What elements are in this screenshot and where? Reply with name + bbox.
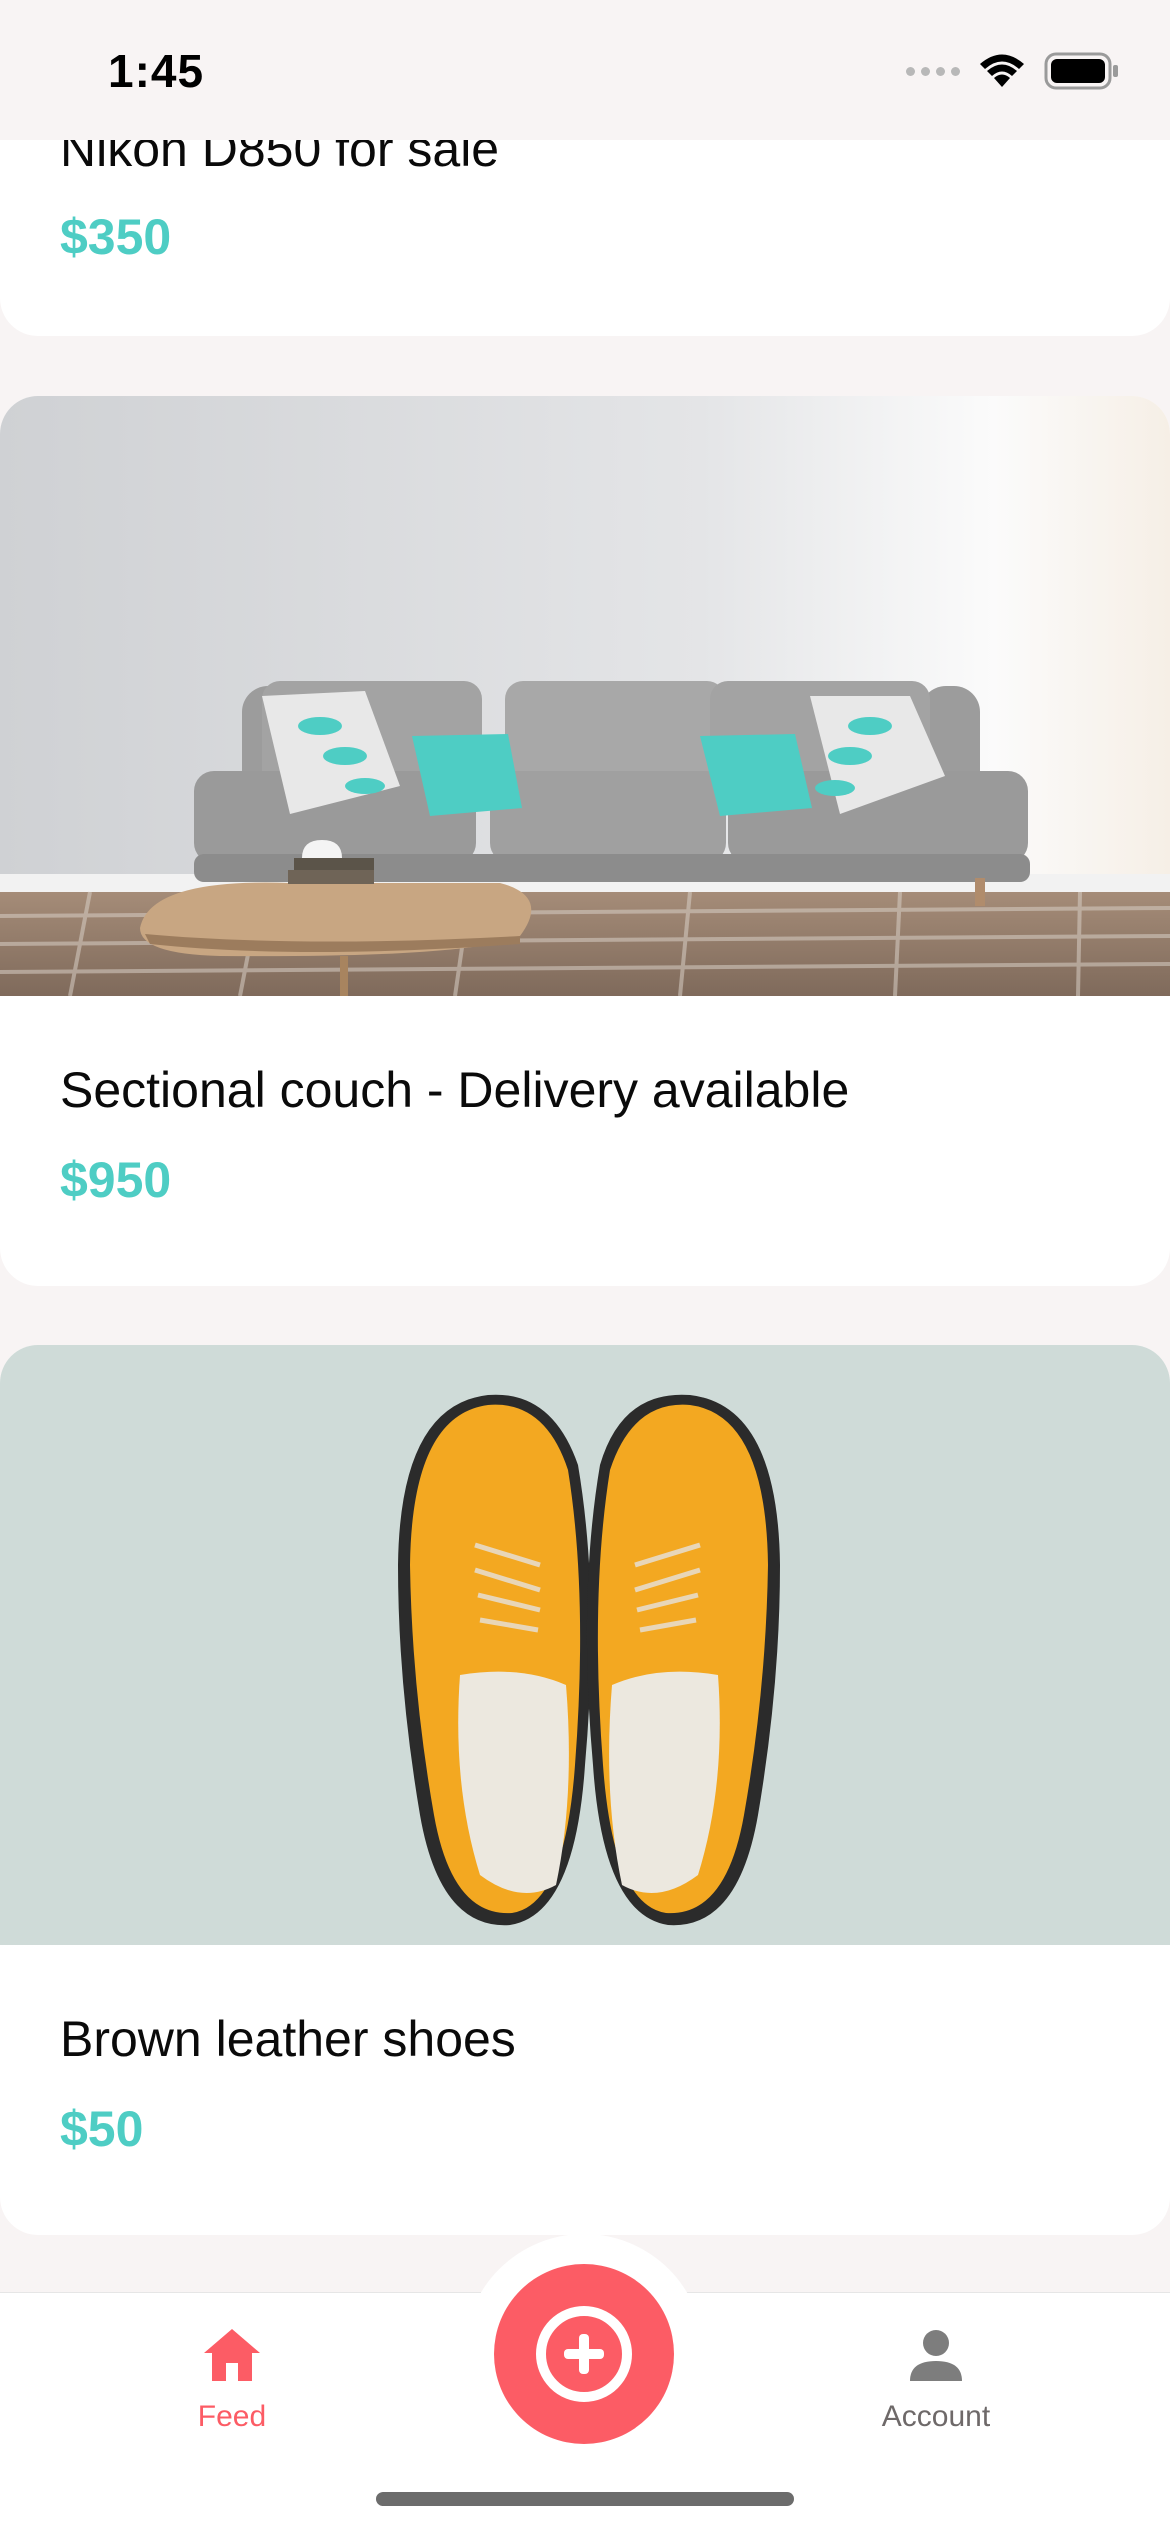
listing-card[interactable]: Sectional couch - Delivery available $95… bbox=[0, 396, 1170, 1286]
home-icon bbox=[204, 2329, 260, 2381]
listing-image bbox=[0, 396, 1170, 996]
listing-price: $50 bbox=[60, 2101, 144, 2157]
battery-icon bbox=[1044, 52, 1118, 90]
listing-card[interactable]: Brown leather shoes $50 bbox=[0, 1345, 1170, 2235]
plus-circle-icon bbox=[536, 2306, 632, 2402]
listing-title: Brown leather shoes bbox=[60, 2011, 516, 2067]
listing-image bbox=[0, 1345, 1170, 1945]
listing-title: Sectional couch - Delivery available bbox=[60, 1062, 850, 1118]
home-indicator[interactable] bbox=[376, 2492, 794, 2506]
tab-account[interactable]: Account bbox=[826, 2323, 1046, 2434]
listing-price: $950 bbox=[60, 1152, 172, 1208]
status-time: 1:45 bbox=[108, 45, 205, 97]
tab-account-label: Account bbox=[881, 2400, 991, 2433]
status-bar: 1:45 bbox=[0, 0, 1170, 140]
listing-price: $350 bbox=[60, 209, 172, 265]
status-icons bbox=[906, 52, 1120, 90]
add-listing-button[interactable] bbox=[494, 2264, 674, 2444]
feed-list[interactable]: Nikon D850 for sale $350 Sectional couch… bbox=[0, 0, 1170, 2292]
account-icon bbox=[910, 2330, 962, 2381]
tab-feed-label: Feed bbox=[197, 2400, 267, 2433]
wifi-icon bbox=[980, 54, 1024, 87]
tab-feed[interactable]: Feed bbox=[122, 2323, 342, 2434]
cellular-signal-icon bbox=[906, 66, 960, 76]
